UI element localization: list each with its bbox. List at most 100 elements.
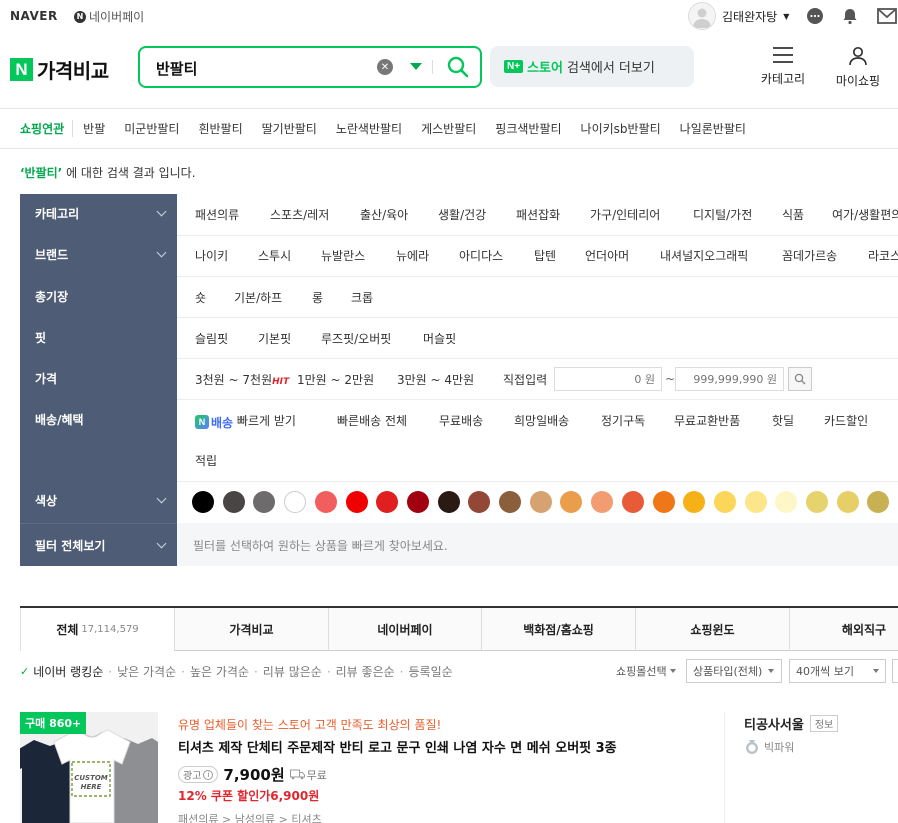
brand-option[interactable]: 탑텐 <box>534 247 556 264</box>
color-swatch[interactable] <box>683 491 706 513</box>
clear-icon[interactable]: ✕ <box>377 59 393 75</box>
shipping-option[interactable]: 핫딜 <box>772 412 794 429</box>
color-swatch[interactable] <box>775 491 798 513</box>
color-swatch[interactable] <box>560 491 583 513</box>
related-keyword[interactable]: 나이키sb반팔티 <box>581 120 661 137</box>
shipping-option[interactable]: 정기구독 <box>601 412 645 429</box>
category-option[interactable]: 디지털/가전 <box>693 206 752 223</box>
category-option[interactable]: 출산/육아 <box>360 206 408 223</box>
color-swatch[interactable] <box>468 491 491 513</box>
related-keyword[interactable]: 게스반팔티 <box>421 120 476 137</box>
sort-high-price[interactable]: 높은 가격순 <box>190 663 249 680</box>
sort-newest[interactable]: 등록일순 <box>408 663 452 680</box>
product-type-select[interactable]: 상품타입(전체) <box>686 659 782 683</box>
price-max-input[interactable] <box>675 367 784 391</box>
category-option[interactable]: 스포츠/레저 <box>270 206 329 223</box>
sort-low-price[interactable]: 낮은 가격순 <box>117 663 176 680</box>
sort-review-count[interactable]: 리뷰 많은순 <box>263 663 322 680</box>
naver-pay-link[interactable]: N 네이버페이 <box>74 8 144 25</box>
mail-icon[interactable] <box>877 6 897 26</box>
price-option-2[interactable]: 1만원 ~ 2만원 <box>297 371 374 388</box>
talk-icon[interactable] <box>805 6 825 26</box>
related-keyword[interactable]: 노란색반팔티 <box>336 120 402 137</box>
color-swatch[interactable] <box>836 491 859 513</box>
category-option[interactable]: 생활/건강 <box>438 206 486 223</box>
myshopping-button[interactable]: 마이쇼핑 <box>828 46 888 89</box>
product-thumbnail[interactable]: 구매 860+ CUSTOM HERE <box>20 712 158 823</box>
color-swatch[interactable] <box>192 491 214 513</box>
mall-select[interactable]: 쇼핑몰선택 <box>616 659 677 683</box>
sort-review-score[interactable]: 리뷰 좋은순 <box>336 663 395 680</box>
fit-option[interactable]: 기본핏 <box>258 330 291 347</box>
price-min-input[interactable] <box>554 367 662 391</box>
fit-option[interactable]: 슬림핏 <box>195 330 228 347</box>
fit-option[interactable]: 루즈핏/오버핏 <box>321 330 391 347</box>
sort-ranking[interactable]: 네이버 랭킹순 <box>33 663 103 680</box>
color-swatch[interactable] <box>744 491 767 513</box>
bell-icon[interactable] <box>840 6 860 26</box>
color-swatch[interactable] <box>806 491 828 513</box>
color-swatch[interactable] <box>499 491 521 513</box>
ad-badge[interactable]: 광고 i <box>178 766 219 783</box>
category-option[interactable]: 가구/인테리어 <box>590 206 660 223</box>
view-toggle[interactable] <box>892 659 898 683</box>
color-swatch[interactable] <box>284 491 307 513</box>
length-option[interactable]: 롱 <box>312 289 323 306</box>
brand-option[interactable]: 꼼데가르송 <box>782 247 837 264</box>
color-swatch[interactable] <box>345 491 368 513</box>
brand-option[interactable]: 나이키 <box>195 247 228 264</box>
seller-name[interactable]: 티공사서울 <box>744 714 804 733</box>
brand-option[interactable]: 스투시 <box>258 247 291 264</box>
user-menu[interactable]: 김태완자탕 ▼ <box>688 2 789 30</box>
category-option[interactable]: 패션잡화 <box>516 206 560 223</box>
seller-info-button[interactable]: 정보 <box>809 715 839 732</box>
length-option[interactable]: 크롭 <box>351 289 373 306</box>
brand-option[interactable]: 언더아머 <box>585 247 629 264</box>
length-option[interactable]: 기본/하프 <box>234 289 282 306</box>
filter-brand-toggle[interactable]: 브랜드 <box>35 246 167 263</box>
brand-option[interactable]: 뉴발란스 <box>321 247 365 264</box>
product-title[interactable]: 티셔츠 제작 단체티 주문제작 반티 로고 문구 인쇄 나염 자수 면 메쉬 오… <box>178 737 617 756</box>
brand-option[interactable]: 아디다스 <box>459 247 503 264</box>
color-swatch[interactable] <box>867 491 890 513</box>
color-swatch[interactable] <box>713 491 736 513</box>
related-keyword[interactable]: 나일론반팔티 <box>680 120 746 137</box>
tab-overseas[interactable]: 해외직구 <box>790 608 898 651</box>
brand-option[interactable]: 내셔널지오그래픽 <box>660 247 748 264</box>
price-compare-logo[interactable]: N 가격비교 <box>10 55 109 84</box>
color-swatch[interactable] <box>437 491 460 513</box>
related-keyword[interactable]: 딸기반팔티 <box>262 120 317 137</box>
search-icon[interactable] <box>446 55 470 79</box>
category-option[interactable]: 여가/생활편의 <box>832 206 898 223</box>
fit-option[interactable]: 머슬핏 <box>423 330 456 347</box>
related-keyword[interactable]: 핑크색반팔티 <box>495 120 561 137</box>
fast-delivery-option[interactable]: N 배송 빠르게 받기 <box>195 412 296 431</box>
price-option-1[interactable]: 3천원 ~ 7천원HIT <box>195 371 289 388</box>
category-option[interactable]: 패션의류 <box>195 206 239 223</box>
brand-option[interactable]: 라코스테 <box>868 247 898 264</box>
color-swatch[interactable] <box>591 491 614 513</box>
related-keyword[interactable]: 미군반팔티 <box>124 120 179 137</box>
filter-all-toggle[interactable]: 필터 전체보기 <box>35 537 167 554</box>
category-option[interactable]: 식품 <box>782 206 804 223</box>
color-swatch[interactable] <box>529 491 552 513</box>
filter-category-toggle[interactable]: 카테고리 <box>35 205 167 222</box>
related-keyword[interactable]: 반팔 <box>83 120 105 137</box>
autocomplete-toggle-icon[interactable] <box>410 63 422 70</box>
length-option[interactable]: 숏 <box>195 289 206 306</box>
per-page-select[interactable]: 40개씩 보기 <box>789 659 886 683</box>
search-input[interactable]: 반팔티 <box>156 58 197 79</box>
tab-department[interactable]: 백화점/홈쇼핑 <box>482 608 636 651</box>
color-swatch[interactable] <box>621 491 644 513</box>
color-swatch[interactable] <box>376 491 399 513</box>
category-button[interactable]: 카테고리 <box>753 46 813 87</box>
shipping-option[interactable]: 무료배송 <box>439 412 483 429</box>
naver-logo[interactable]: NAVER <box>10 9 58 23</box>
color-swatch[interactable] <box>222 491 245 513</box>
tab-shopping-window[interactable]: 쇼핑윈도 <box>636 608 790 651</box>
search-box[interactable]: 반팔티 ✕ <box>138 46 482 88</box>
shipping-option[interactable]: 카드할인 <box>824 412 868 429</box>
naver-store-search-button[interactable]: N+ 스토어 검색에서 더보기 <box>490 46 694 87</box>
tab-naver-pay[interactable]: 네이버페이 <box>329 608 482 651</box>
shipping-option-reward[interactable]: 적립 <box>195 452 217 469</box>
